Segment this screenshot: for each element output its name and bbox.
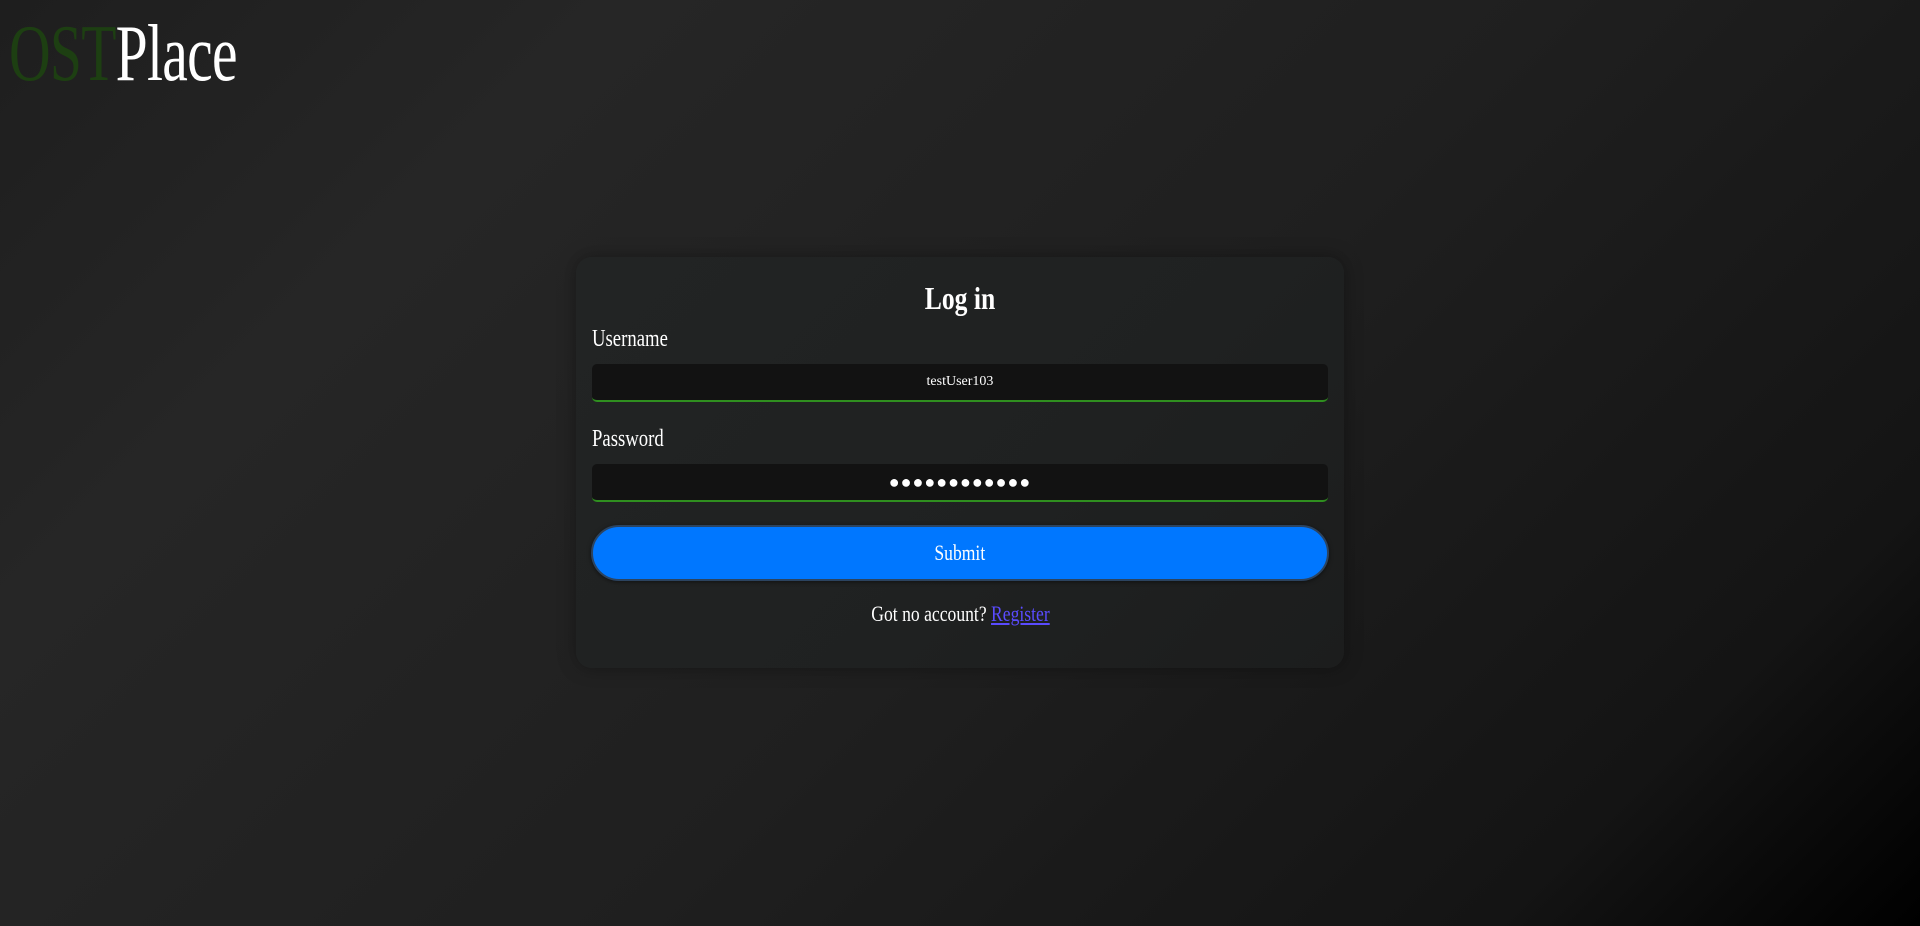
- password-input[interactable]: [592, 464, 1328, 502]
- username-input[interactable]: [592, 364, 1328, 402]
- login-card: Log in Username Password Submit Got no a…: [576, 257, 1344, 668]
- register-link[interactable]: Register: [991, 601, 1050, 626]
- logo-accent-text: OST: [9, 10, 116, 98]
- login-title-text: Log in: [924, 280, 996, 316]
- register-prompt: Got no account? Register: [576, 601, 1344, 627]
- username-label: Username: [592, 326, 668, 352]
- login-title: Log in: [576, 279, 1344, 317]
- logo-main-text: Place: [115, 10, 238, 98]
- no-account-text: Got no account?: [870, 601, 987, 626]
- submit-button-label: Submit: [934, 540, 986, 565]
- password-label: Password: [592, 426, 664, 452]
- submit-button[interactable]: Submit: [591, 525, 1329, 581]
- site-logo[interactable]: OSTPlace: [9, 14, 238, 94]
